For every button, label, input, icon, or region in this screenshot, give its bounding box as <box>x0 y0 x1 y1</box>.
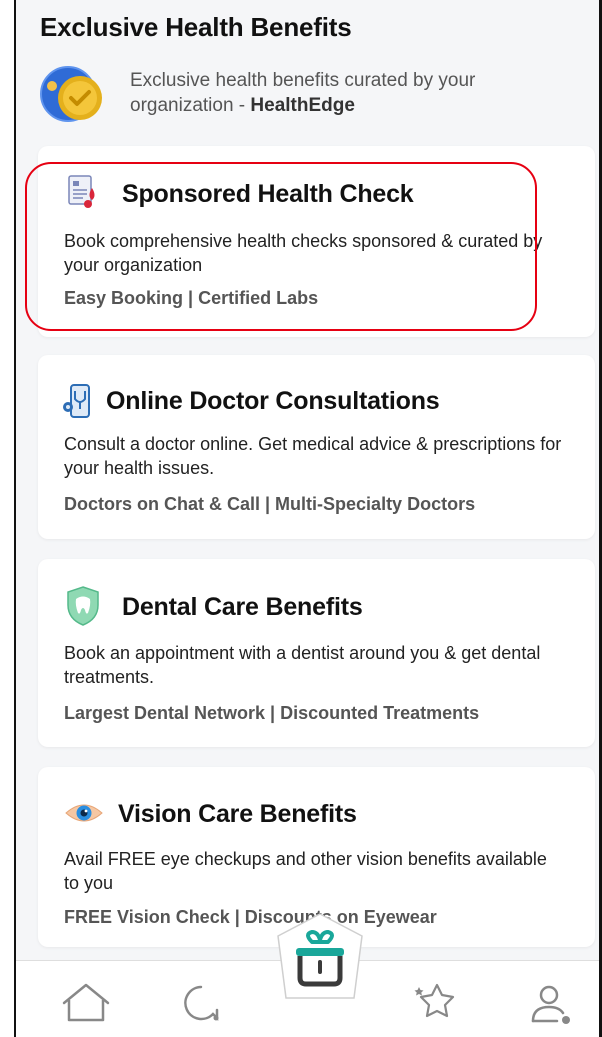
profile-icon[interactable] <box>521 973 581 1033</box>
card-description: Book comprehensive health checks sponsor… <box>64 231 543 275</box>
page-title: Exclusive Health Benefits <box>40 12 352 42</box>
card-description: Consult a doctor online. Get medical adv… <box>64 434 562 478</box>
benefit-card-doctor-consultations[interactable]: Online Doctor Consultations Consult a do… <box>38 355 595 539</box>
tooth-shield-icon <box>67 586 99 626</box>
gift-box-icon[interactable] <box>272 910 368 1010</box>
card-title: Online Doctor Consultations <box>106 387 440 415</box>
card-title: Dental Care Benefits <box>122 593 363 621</box>
home-icon[interactable] <box>56 973 116 1033</box>
benefit-card-dental-care[interactable]: Dental Care Benefits Book an appointment… <box>38 559 595 747</box>
eye-icon <box>65 804 103 822</box>
chat-icon[interactable] <box>171 973 231 1033</box>
card-title: Vision Care Benefits <box>118 800 357 828</box>
card-description: Avail FREE eye checkups and other vision… <box>64 849 547 893</box>
organization-name: HealthEdge <box>250 95 355 116</box>
stars-icon[interactable] <box>405 973 465 1033</box>
card-tags: Easy Booking | Certified Labs <box>64 288 319 308</box>
health-report-icon <box>68 175 95 208</box>
organization-description: Exclusive health benefits curated by you… <box>130 68 579 118</box>
benefit-card-health-check[interactable]: Sponsored Health Check Book comprehensiv… <box>38 146 595 337</box>
medal-icon <box>40 66 102 122</box>
app-frame: Exclusive Health Benefits Exclusive heal… <box>14 0 602 1037</box>
card-tags: Largest Dental Network | Discounted Trea… <box>64 703 480 723</box>
organization-row: Exclusive health benefits curated by you… <box>38 58 589 128</box>
phone-stethoscope-icon <box>63 384 90 418</box>
card-tags: Doctors on Chat & Call | Multi-Specialty… <box>64 494 476 514</box>
header: Exclusive Health Benefits Exclusive heal… <box>16 0 599 140</box>
card-description: Book an appointment with a dentist aroun… <box>64 643 541 687</box>
card-title: Sponsored Health Check <box>122 180 414 208</box>
